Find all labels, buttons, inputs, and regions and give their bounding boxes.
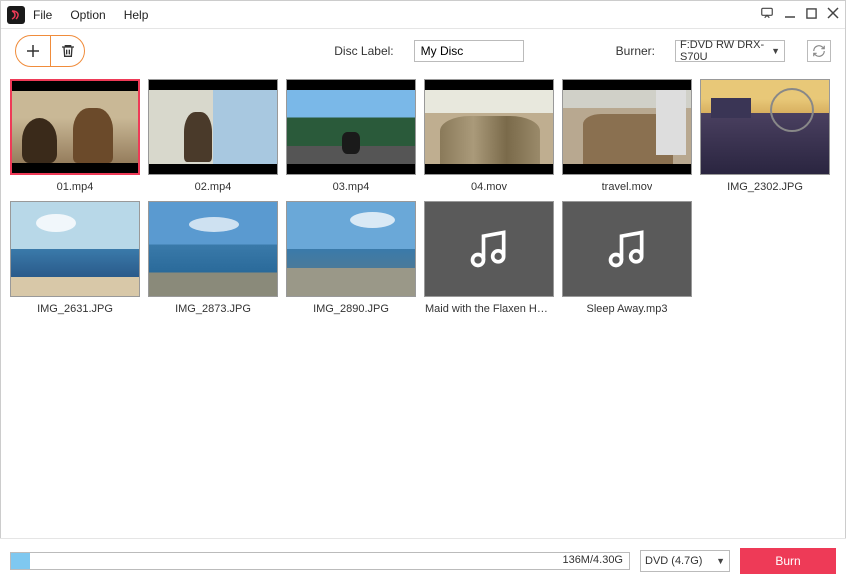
capacity-fill <box>11 553 30 569</box>
chevron-down-icon: ▼ <box>771 46 780 56</box>
audio-thumbnail <box>424 201 554 297</box>
thumb-label: 02.mp4 <box>195 181 232 193</box>
thumb-label: IMG_2302.JPG <box>727 181 803 193</box>
burner-value: F:DVD RW DRX-S70U <box>680 39 771 63</box>
thumb-label: travel.mov <box>602 181 653 193</box>
thumb-label: IMG_2890.JPG <box>313 303 389 315</box>
add-button[interactable] <box>16 36 50 66</box>
thumb-label: IMG_2631.JPG <box>37 303 113 315</box>
feedback-icon[interactable] <box>760 6 774 23</box>
thumb-item[interactable]: travel.mov <box>561 79 693 193</box>
music-note-icon <box>605 227 649 271</box>
burn-button[interactable]: Burn <box>740 548 836 574</box>
footer: 136M/4.30G DVD (4.7G) ▼ Burn <box>0 538 846 582</box>
app-icon <box>7 6 25 24</box>
disc-label-text: Disc Label: <box>334 44 393 58</box>
thumb-label: 01.mp4 <box>57 181 94 193</box>
close-icon[interactable] <box>827 7 839 22</box>
video-thumbnail <box>286 79 416 175</box>
disc-type-select[interactable]: DVD (4.7G) ▼ <box>640 550 730 572</box>
video-thumbnail <box>148 79 278 175</box>
image-thumbnail <box>286 201 416 297</box>
video-thumbnail <box>10 79 140 175</box>
menu-option[interactable]: Option <box>70 8 105 22</box>
thumb-label: 04.mov <box>471 181 507 193</box>
titlebar: File Option Help <box>1 1 845 29</box>
menu-help[interactable]: Help <box>124 8 149 22</box>
thumb-label: IMG_2873.JPG <box>175 303 251 315</box>
disc-type-value: DVD (4.7G) <box>645 555 702 567</box>
menu-bar: File Option Help <box>33 8 148 22</box>
burner-label: Burner: <box>616 44 655 58</box>
capacity-bar: 136M/4.30G <box>10 552 630 570</box>
menu-file[interactable]: File <box>33 8 52 22</box>
thumb-label: Maid with the Flaxen Hair.mp3 <box>425 303 553 315</box>
thumb-item[interactable]: 02.mp4 <box>147 79 279 193</box>
thumb-item[interactable]: IMG_2873.JPG <box>147 201 279 315</box>
video-thumbnail <box>424 79 554 175</box>
file-action-group <box>15 35 85 67</box>
image-thumbnail <box>148 201 278 297</box>
thumb-item[interactable]: 03.mp4 <box>285 79 417 193</box>
thumb-item[interactable]: Maid with the Flaxen Hair.mp3 <box>423 201 555 315</box>
thumb-label: Sleep Away.mp3 <box>587 303 668 315</box>
thumb-item[interactable]: IMG_2890.JPG <box>285 201 417 315</box>
image-thumbnail <box>700 79 830 175</box>
thumb-label: 03.mp4 <box>333 181 370 193</box>
media-gallery: 01.mp4 02.mp4 03.mp4 04.mov travel.mov IMG_23… <box>1 73 845 533</box>
thumb-item[interactable]: 04.mov <box>423 79 555 193</box>
image-thumbnail <box>10 201 140 297</box>
delete-button[interactable] <box>50 36 84 66</box>
thumb-item[interactable]: 01.mp4 <box>9 79 141 193</box>
chevron-down-icon: ▼ <box>716 556 725 566</box>
capacity-text: 136M/4.30G <box>562 554 623 566</box>
toolbar: Disc Label: Burner: F:DVD RW DRX-S70U ▼ <box>1 29 845 73</box>
thumb-item[interactable]: Sleep Away.mp3 <box>561 201 693 315</box>
refresh-button[interactable] <box>807 40 831 62</box>
burner-select[interactable]: F:DVD RW DRX-S70U ▼ <box>675 40 785 62</box>
audio-thumbnail <box>562 201 692 297</box>
thumb-item[interactable]: IMG_2302.JPG <box>699 79 831 193</box>
video-thumbnail <box>562 79 692 175</box>
disc-label-input[interactable] <box>414 40 524 62</box>
thumb-item[interactable]: IMG_2631.JPG <box>9 201 141 315</box>
maximize-icon[interactable] <box>806 7 817 22</box>
music-note-icon <box>467 227 511 271</box>
minimize-icon[interactable] <box>784 7 796 22</box>
window-controls <box>760 6 839 23</box>
